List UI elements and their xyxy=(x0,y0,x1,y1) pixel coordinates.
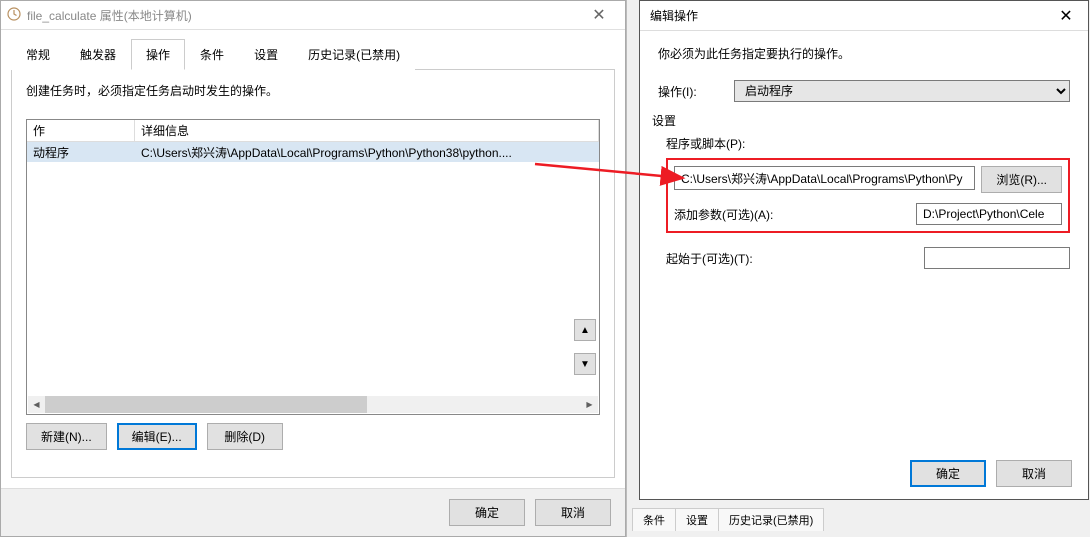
actions-table: 作 详细信息 动程序 C:\Users\郑兴涛\AppData\Local\Pr… xyxy=(26,119,600,415)
tab-settings[interactable]: 设置 xyxy=(239,39,293,70)
chevron-down-icon: ▼ xyxy=(580,359,590,370)
script-row: 浏览(R)... xyxy=(674,166,1062,193)
edit-ok-button[interactable]: 确定 xyxy=(910,460,986,487)
tab-actions[interactable]: 操作 xyxy=(131,39,185,70)
background-tabs: 条件 设置 历史记录(已禁用) xyxy=(632,508,823,531)
args-input[interactable] xyxy=(916,203,1062,225)
new-button[interactable]: 新建(N)... xyxy=(26,423,107,450)
action-buttons-row: 新建(N)... 编辑(E)... 删除(D) xyxy=(26,423,600,450)
close-icon: ✕ xyxy=(592,5,605,25)
edit-footer: 确定 取消 xyxy=(640,448,1088,499)
startin-label: 起始于(可选)(T): xyxy=(666,250,924,267)
scroll-left-button[interactable]: ◀ xyxy=(28,396,45,413)
cell-detail: C:\Users\郑兴涛\AppData\Local\Programs\Pyth… xyxy=(135,142,599,162)
edit-instruction: 你必须为此任务指定要执行的操作。 xyxy=(658,45,1070,62)
tab-conditions[interactable]: 条件 xyxy=(185,39,239,70)
dialog-footer: 确定 取消 xyxy=(1,488,625,536)
script-input[interactable] xyxy=(674,166,975,190)
move-up-button[interactable]: ▲ xyxy=(574,319,596,341)
close-button[interactable]: ✕ xyxy=(579,1,619,29)
scroll-track[interactable] xyxy=(45,396,581,413)
window-title: file_calculate 属性(本地计算机) xyxy=(27,7,579,24)
cancel-button[interactable]: 取消 xyxy=(535,499,611,526)
startin-row: 起始于(可选)(T): xyxy=(666,247,1070,269)
chevron-up-icon: ▲ xyxy=(580,325,590,336)
edit-window-title: 编辑操作 xyxy=(650,7,1044,24)
settings-group: 设置 程序或脚本(P): 浏览(R)... 添加参数(可选)(A): 起始于(可… xyxy=(658,112,1070,269)
ok-button[interactable]: 确定 xyxy=(449,499,525,526)
args-label: 添加参数(可选)(A): xyxy=(674,206,916,223)
table-header: 作 详细信息 xyxy=(27,120,599,142)
edit-body: 你必须为此任务指定要执行的操作。 操作(I): 启动程序 设置 程序或脚本(P)… xyxy=(640,31,1088,448)
bg-tab-history[interactable]: 历史记录(已禁用) xyxy=(718,508,824,531)
cell-operation: 动程序 xyxy=(27,142,135,162)
instruction-text: 创建任务时，必须指定任务启动时发生的操作。 xyxy=(26,82,600,99)
delete-button[interactable]: 删除(D) xyxy=(207,423,283,450)
tab-general[interactable]: 常规 xyxy=(11,39,65,70)
bg-tab-conditions[interactable]: 条件 xyxy=(632,508,676,531)
args-row: 添加参数(可选)(A): xyxy=(674,203,1062,225)
tab-body: 创建任务时，必须指定任务启动时发生的操作。 作 详细信息 动程序 C:\User… xyxy=(11,69,615,478)
titlebar: file_calculate 属性(本地计算机) ✕ xyxy=(1,1,625,30)
action-row: 操作(I): 启动程序 xyxy=(658,80,1070,102)
action-select[interactable]: 启动程序 xyxy=(734,80,1070,102)
horizontal-scrollbar[interactable]: ◀ ▶ xyxy=(28,396,598,413)
close-icon: ✕ xyxy=(1059,6,1072,26)
header-operation[interactable]: 作 xyxy=(27,120,135,142)
highlighted-settings: 浏览(R)... 添加参数(可选)(A): xyxy=(666,158,1070,233)
startin-input[interactable] xyxy=(924,247,1070,269)
table-row[interactable]: 动程序 C:\Users\郑兴涛\AppData\Local\Programs\… xyxy=(27,142,599,162)
script-label: 程序或脚本(P): xyxy=(666,135,1070,152)
action-label: 操作(I): xyxy=(658,83,734,100)
actions-container: 作 详细信息 动程序 C:\Users\郑兴涛\AppData\Local\Pr… xyxy=(26,119,600,415)
background-strip xyxy=(626,0,640,537)
edit-cancel-button[interactable]: 取消 xyxy=(996,460,1072,487)
edit-button[interactable]: 编辑(E)... xyxy=(117,423,197,450)
clock-icon xyxy=(7,7,21,24)
scroll-right-button[interactable]: ▶ xyxy=(581,396,598,413)
scroll-thumb[interactable] xyxy=(45,396,367,413)
tab-triggers[interactable]: 触发器 xyxy=(65,39,131,70)
move-down-button[interactable]: ▼ xyxy=(574,353,596,375)
properties-dialog: file_calculate 属性(本地计算机) ✕ 常规 触发器 操作 条件 … xyxy=(0,0,626,537)
edit-action-dialog: 编辑操作 ✕ 你必须为此任务指定要执行的操作。 操作(I): 启动程序 设置 程… xyxy=(639,0,1089,500)
header-detail[interactable]: 详细信息 xyxy=(135,120,599,142)
tab-strip: 常规 触发器 操作 条件 设置 历史记录(已禁用) xyxy=(1,30,625,69)
tab-history[interactable]: 历史记录(已禁用) xyxy=(293,39,415,70)
bg-tab-settings[interactable]: 设置 xyxy=(675,508,719,531)
edit-titlebar: 编辑操作 ✕ xyxy=(640,1,1088,31)
edit-close-button[interactable]: ✕ xyxy=(1044,2,1088,30)
settings-label: 设置 xyxy=(652,112,1070,129)
browse-button[interactable]: 浏览(R)... xyxy=(981,166,1062,193)
